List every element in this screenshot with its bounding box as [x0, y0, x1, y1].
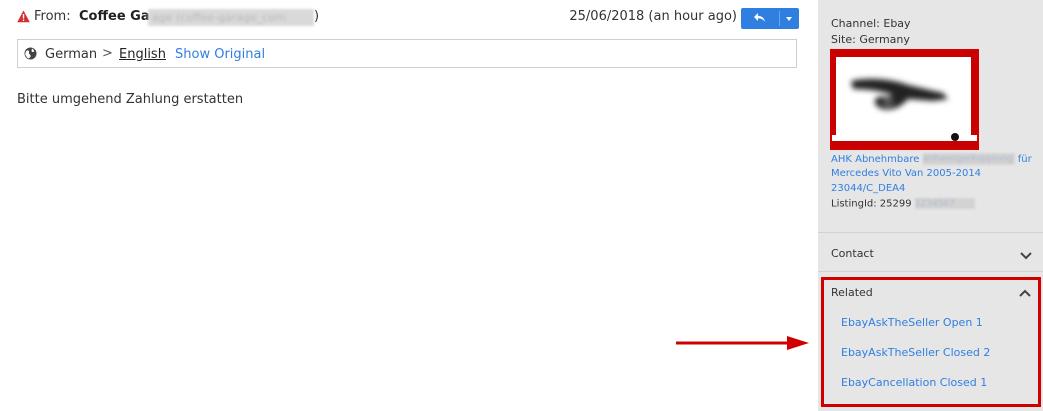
globe-icon [24, 47, 37, 60]
source-language: German [45, 47, 98, 62]
channel-info: Channel: Ebay [831, 17, 911, 30]
tow-hitch-image [851, 78, 948, 110]
listing-title-redacted: anhaengerkupplung [922, 153, 1015, 165]
message-header: From: Coffee Gar age (coffee-garage_com … [17, 8, 799, 30]
listing-title-end: für [1017, 154, 1032, 165]
listing-sku[interactable]: 23044/C_DEA4 [831, 183, 905, 194]
translation-bar: German > English Show Original [17, 39, 797, 68]
message-body: Bitte umgehend Zahlung erstatten [17, 92, 244, 107]
related-section: Related EbayAskTheSeller Open 1 EbayAskT… [821, 277, 1041, 407]
reply-dropdown-button[interactable] [780, 8, 799, 29]
sender-email-redacted: age (coffee-garage_com [148, 9, 314, 26]
show-original-link[interactable]: Show Original [175, 47, 265, 62]
related-title: Related [831, 286, 873, 299]
related-item-cancellation-closed[interactable]: EbayCancellation Closed 1 [841, 376, 987, 389]
message-pane: From: Coffee Gar age (coffee-garage_com … [0, 0, 818, 411]
arrow-right-icon [676, 336, 809, 350]
warning-icon [17, 10, 30, 23]
site-info: Site: Germany [831, 33, 910, 46]
section-divider [818, 271, 1043, 272]
sender-close-paren: ) [314, 9, 320, 24]
from-label: From: [34, 9, 71, 24]
product-logo-dot [951, 133, 959, 141]
reply-icon [754, 13, 765, 22]
listing-title-start: AHK Abnehmbare [831, 154, 920, 165]
listing-id-redacted: 1234567 [914, 198, 975, 209]
product-photo [836, 57, 971, 137]
language-separator: > [102, 46, 113, 61]
target-language[interactable]: English [119, 47, 166, 62]
details-sidebar: Channel: Ebay Site: Germany AHK Abnehmba… [818, 0, 1043, 411]
reply-button[interactable] [741, 8, 779, 29]
related-item-ask-seller-open[interactable]: EbayAskTheSeller Open 1 [841, 316, 983, 329]
chevron-up-icon[interactable] [1018, 288, 1032, 298]
chevron-down-icon[interactable] [1019, 251, 1033, 261]
listing-id-label: ListingId: 25299 [831, 198, 912, 210]
section-divider [818, 232, 1043, 233]
related-item-ask-seller-closed[interactable]: EbayAskTheSeller Closed 2 [841, 346, 990, 359]
listing-title-line1[interactable]: AHK Abnehmbare anhaengerkupplung für [831, 153, 1032, 165]
contact-title: Contact [831, 247, 874, 260]
listing-id: ListingId: 25299 1234567 [831, 198, 975, 210]
caret-down-icon [786, 17, 792, 21]
message-date: 25/06/2018 (an hour ago) [569, 9, 737, 24]
sender-name: Coffee Gar [79, 9, 157, 24]
listing-title-line2[interactable]: Mercedes Vito Van 2005-2014 [831, 168, 981, 179]
product-image[interactable] [830, 49, 979, 150]
reply-button-group [741, 8, 799, 29]
